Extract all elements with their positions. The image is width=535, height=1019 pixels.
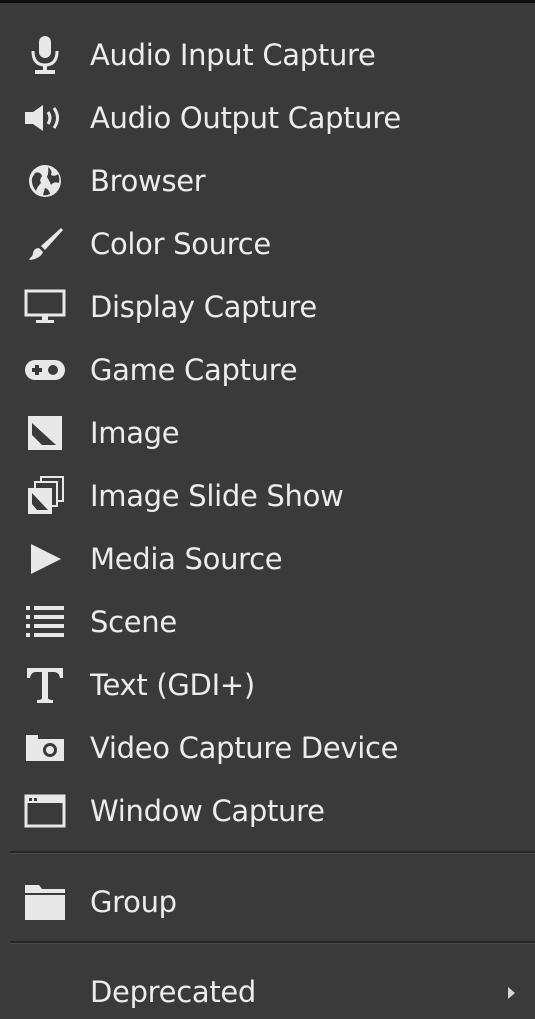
menu-item-browser[interactable]: Browser (0, 151, 535, 211)
microphone-icon (20, 35, 70, 75)
menu-item-label: Audio Input Capture (90, 38, 376, 72)
image-stack-icon (20, 476, 70, 516)
menu-item-display-capture[interactable]: Display Capture (0, 277, 535, 337)
menu-item-audio-output-capture[interactable]: Audio Output Capture (0, 88, 535, 148)
menu-item-label: Game Capture (90, 353, 298, 387)
menu-item-label: Text (GDI+) (90, 668, 255, 702)
menu-separator (10, 941, 535, 944)
image-icon (20, 413, 70, 453)
menu-item-media-source[interactable]: Media Source (0, 529, 535, 589)
menu-item-label: Window Capture (90, 794, 325, 828)
menu-item-label: Display Capture (90, 290, 317, 324)
menu-item-audio-input-capture[interactable]: Audio Input Capture (0, 25, 535, 85)
menu-separator (10, 851, 535, 854)
menu-item-image-slide-show[interactable]: Image Slide Show (0, 466, 535, 526)
menu-item-group[interactable]: Group (0, 872, 535, 932)
menu-item-label: Browser (90, 164, 206, 198)
menu-item-image[interactable]: Image (0, 403, 535, 463)
menu-item-color-source[interactable]: Color Source (0, 214, 535, 274)
menu-item-label: Image (90, 416, 180, 450)
menu-item-deprecated[interactable]: Deprecated (0, 962, 535, 1019)
menu-item-label: Color Source (90, 227, 271, 261)
menu-item-scene[interactable]: Scene (0, 592, 535, 652)
menu-item-label: Group (90, 885, 177, 919)
menu-item-video-capture-device[interactable]: Video Capture Device (0, 718, 535, 778)
paintbrush-icon (20, 224, 70, 264)
menu-item-label: Image Slide Show (90, 479, 344, 513)
camera-icon (20, 728, 70, 768)
menu-item-window-capture[interactable]: Window Capture (0, 781, 535, 841)
menu-item-label: Video Capture Device (90, 731, 399, 765)
text-icon (20, 665, 70, 705)
menu-item-label: Media Source (90, 542, 283, 576)
globe-icon (20, 161, 70, 201)
menu-item-game-capture[interactable]: Game Capture (0, 340, 535, 400)
speaker-icon (20, 98, 70, 138)
menu-item-label: Scene (90, 605, 177, 639)
folder-icon (20, 882, 70, 922)
monitor-icon (20, 287, 70, 327)
gamepad-icon (20, 350, 70, 390)
menu-item-label: Deprecated (90, 975, 257, 1009)
menu-item-label: Audio Output Capture (90, 101, 401, 135)
play-icon (20, 539, 70, 579)
list-icon (20, 602, 70, 642)
menu-item-text-gdi[interactable]: Text (GDI+) (0, 655, 535, 715)
add-source-context-menu: Audio Input Capture Audio Output Capture… (0, 0, 535, 1019)
submenu-arrow-icon (508, 987, 515, 999)
window-icon (20, 791, 70, 831)
